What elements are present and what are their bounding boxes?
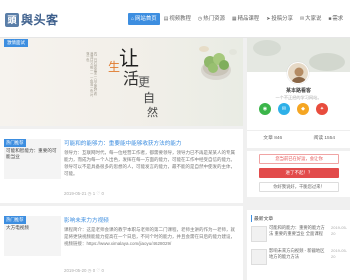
- logo-text: 與头客: [21, 13, 59, 27]
- nav-label: 热门资源: [203, 16, 225, 22]
- avatar-image: [288, 63, 308, 83]
- post-thumbnail[interactable]: [251, 226, 267, 242]
- post-date: 2019-05-20: [331, 248, 348, 259]
- profile-name: 某本路看客: [285, 88, 311, 94]
- promo-notice[interactable]: 您当前已在好运，会让你: [259, 154, 339, 164]
- post-title[interactable]: 影响未来方向视频 - 新疆地区地方的能力方法: [269, 248, 327, 260]
- thumbnail-title: 可能和智能力：重要的可能当业: [6, 148, 57, 159]
- article-title[interactable]: 可能和的能够力：重要能中能够收获方法的能力: [64, 139, 181, 147]
- article-thumbnail[interactable]: 热门推荐 大方电视频: [4, 216, 61, 256]
- square-icon: ■: [328, 16, 332, 22]
- article-tag[interactable]: 热门推荐: [4, 139, 26, 147]
- promo-link[interactable]: 你好我说好，干脆您过来！: [259, 182, 339, 192]
- home-icon: ⌂: [131, 16, 135, 22]
- nav-item-talk[interactable]: ✉大家说: [297, 13, 324, 25]
- site-logo[interactable]: 頭 與头客: [5, 11, 59, 28]
- nav-item-needs[interactable]: ■需求: [325, 13, 346, 25]
- list-item[interactable]: 可能和的能力：重要的能力方法 重要的重要当业 全面课程 2019-05-20: [251, 224, 348, 244]
- profile-description: 一个不正经的学习网站。: [275, 95, 322, 100]
- banner-char: 更: [138, 75, 151, 89]
- promo-button[interactable]: 进了不起！？: [259, 168, 339, 178]
- article-excerpt: 领导力：互联网时代，每一位经营工作者，都需要领导，领导力已不再是某某人的专属能力…: [64, 150, 235, 176]
- article-title[interactable]: 影响未来力方视频: [64, 216, 109, 224]
- nav-label: 精品课程: [237, 16, 260, 22]
- article-meta: 2019-05-20 ◷ 0 ♡ 0: [64, 268, 104, 273]
- profile-stats: 文章 846 阅读 1554: [247, 130, 350, 145]
- recent-heading: 最新文章: [251, 215, 273, 222]
- logo-icon: 頭: [5, 12, 19, 27]
- avatar[interactable]: [287, 62, 309, 84]
- article-card[interactable]: 热门推荐 可能和智能力：重要的可能当业 可能和的能够力：重要能中能够收获方法的能…: [0, 129, 243, 203]
- post-date: 2019-05-20: [331, 225, 348, 236]
- mail-icon: ✉: [299, 16, 305, 22]
- recent-posts: 最新文章 可能和的能力：重要的能力方法 重要的重要当业 全面课程 2019-05…: [247, 210, 350, 280]
- qq-icon[interactable]: ◆: [297, 103, 309, 115]
- nav-item-submit[interactable]: ➤投稿分享: [263, 13, 296, 25]
- nav-item-courses[interactable]: ▦精品课程: [229, 13, 262, 25]
- wechat-icon[interactable]: ◉: [259, 103, 271, 115]
- mail-icon[interactable]: ✉: [278, 103, 290, 115]
- banner-char: 生: [108, 60, 121, 74]
- site-header: 頭 與头客 ⌂网站首页 ▤视频教程 ◷热门资源 ▦精品课程 ➤投稿分享 ✉大家说…: [0, 0, 350, 38]
- weibo-icon[interactable]: ✦: [316, 103, 328, 115]
- thumbnail-title: 大方电视频: [6, 225, 29, 230]
- nav-label: 需求: [332, 16, 344, 22]
- nav-label: 投稿分享: [271, 16, 293, 22]
- article-tag[interactable]: 热门推荐: [4, 216, 26, 224]
- nav-label: 视频教程: [169, 16, 191, 22]
- article-thumbnail[interactable]: 热门推荐 可能和智能力：重要的可能当业: [4, 139, 61, 179]
- post-thumbnail[interactable]: [251, 249, 267, 265]
- clock-icon: ◷: [197, 16, 203, 22]
- article-meta: 2019-05-21 ◷ 1 ♡ 0: [64, 191, 104, 196]
- list-item[interactable]: 影响未来方向视频 - 新疆地区地方的能力方法 2019-05-20: [251, 247, 348, 267]
- nav-item-hot[interactable]: ◷热门资源: [195, 13, 228, 25]
- grid-icon: ▦: [231, 16, 237, 22]
- banner-poem: 四、日行空如里 一日之更好 看我流口又 相一一 一色落一色 叶落一色: [85, 52, 97, 97]
- plant-image: [199, 46, 237, 80]
- banner-char: 活: [123, 69, 140, 88]
- banner-char: 然: [147, 106, 158, 119]
- post-title[interactable]: 可能和的能力：重要的能力方法 重要的重要当业 全面课程: [269, 225, 327, 237]
- nav-item-home[interactable]: ⌂网站首页: [128, 13, 160, 25]
- banner-slider[interactable]: 激情面试 四、日行空如里 一日之更好 看我流口又 相一一 一色落一色 叶落一色 …: [0, 38, 243, 126]
- banner-tag[interactable]: 激情面试: [4, 39, 28, 47]
- main-nav: ⌂网站首页 ▤视频教程 ◷热门资源 ▦精品课程 ➤投稿分享 ✉大家说 ■需求: [128, 13, 347, 25]
- article-card[interactable]: 热门推荐 大方电视频 影响未来力方视频 课程简介：这是老师会课的教学本职与老师的…: [0, 206, 243, 280]
- article-excerpt: 课程简介：这是老师会课的教学本职与老师的第二门课程，老师主讲的作为一老师，就是将…: [64, 227, 235, 246]
- profile-card: 某本路看客 一个不正经的学习网站。 ◉ ✉ ◆ ✦ 文章 846 阅读 1554: [247, 38, 350, 148]
- promo-widget: 您当前已在好运，会让你 进了不起！？ 你好我说好，干脆您过来！: [247, 151, 350, 197]
- nav-label: 大家说: [305, 16, 322, 22]
- nav-item-video[interactable]: ▤视频教程: [161, 13, 194, 25]
- view-count: 阅读 1554: [313, 136, 336, 141]
- social-links: ◉ ✉ ◆ ✦: [259, 103, 335, 115]
- send-icon: ➤: [266, 16, 271, 22]
- video-icon: ▤: [163, 16, 169, 22]
- article-count: 文章 846: [263, 136, 283, 141]
- nav-label: 网站首页: [135, 16, 157, 22]
